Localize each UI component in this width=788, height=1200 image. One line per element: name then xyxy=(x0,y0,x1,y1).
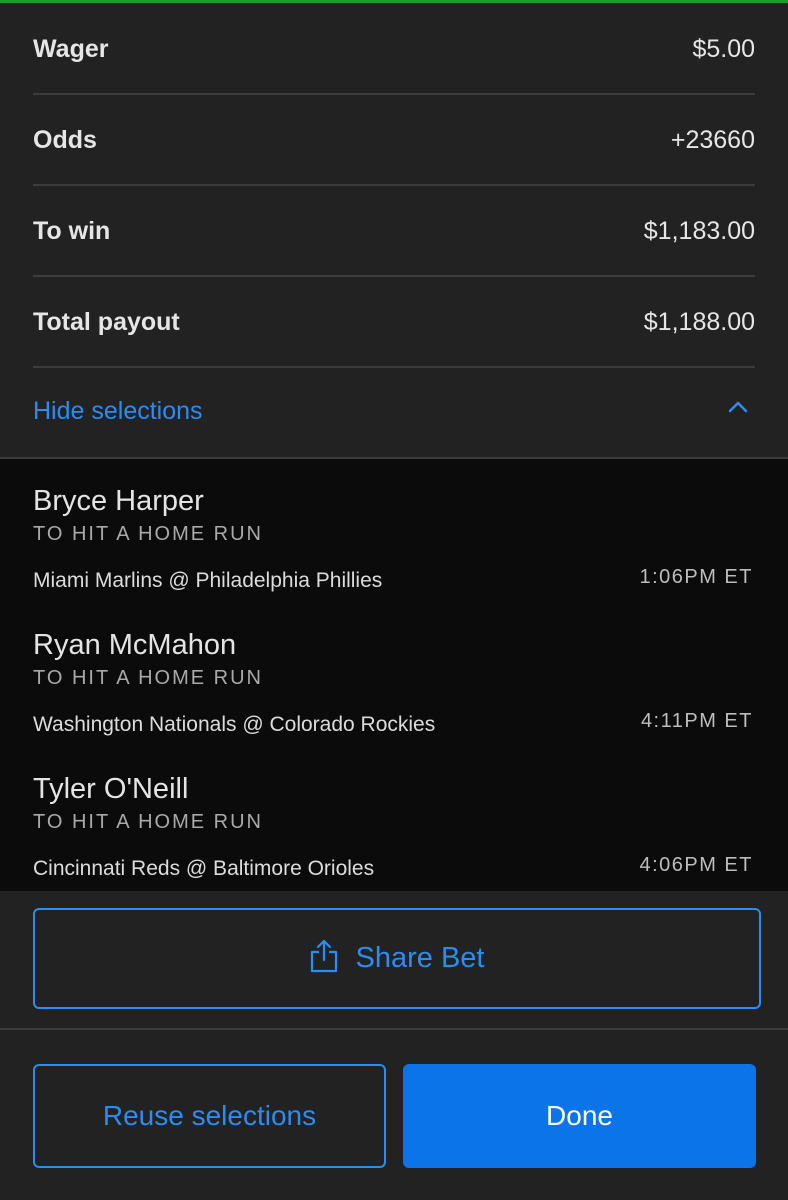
selection-game: Washington Nationals @ Colorado Rockies xyxy=(33,713,436,736)
share-bet-label: Share Bet xyxy=(355,942,485,974)
to-win-label: To win xyxy=(33,217,111,245)
selection-game: Cincinnati Reds @ Baltimore Orioles xyxy=(33,857,375,880)
selection-game: Miami Marlins @ Philadelphia Phillies xyxy=(33,569,383,592)
done-button[interactable]: Done xyxy=(403,1064,756,1168)
divider xyxy=(0,1028,788,1030)
odds-row: Odds +23660 xyxy=(33,94,755,186)
wager-row: Wager $5.00 xyxy=(33,3,755,95)
selection-market: TO HIT A HOME RUN xyxy=(33,811,263,833)
selection-player: Tyler O'Neill xyxy=(33,773,189,805)
selection-time: 4:06PM ET xyxy=(639,854,753,876)
chevron-up-icon[interactable] xyxy=(727,400,749,414)
wager-value: $5.00 xyxy=(692,35,755,63)
selection-time: 4:11PM ET xyxy=(640,710,753,732)
to-win-row: To win $1,183.00 xyxy=(33,185,755,277)
selection-item: Tyler O'Neill TO HIT A HOME RUN Cincinna… xyxy=(33,747,755,887)
odds-label: Odds xyxy=(33,126,97,154)
total-payout-value: $1,188.00 xyxy=(643,308,755,336)
selection-item: Ryan McMahon TO HIT A HOME RUN Washingto… xyxy=(33,603,755,743)
selections-list: Bryce Harper TO HIT A HOME RUN Miami Mar… xyxy=(0,459,788,891)
selection-time: 1:06PM ET xyxy=(639,566,753,588)
selection-item: Bryce Harper TO HIT A HOME RUN Miami Mar… xyxy=(33,459,755,599)
hide-selections-toggle[interactable]: Hide selections xyxy=(0,366,788,459)
wager-label: Wager xyxy=(33,35,109,63)
total-payout-label: Total payout xyxy=(33,308,180,336)
bet-receipt-screen: Wager $5.00 Odds +23660 To win $1,183.00… xyxy=(0,0,788,1200)
selection-market: TO HIT A HOME RUN xyxy=(33,523,263,545)
share-bet-content: Share Bet xyxy=(35,910,759,1007)
to-win-value: $1,183.00 xyxy=(643,217,755,245)
share-icon xyxy=(310,939,337,972)
reuse-selections-button[interactable]: Reuse selections xyxy=(33,1064,386,1168)
selection-market: TO HIT A HOME RUN xyxy=(33,667,263,689)
odds-value: +23660 xyxy=(670,126,755,154)
hide-selections-label: Hide selections xyxy=(33,397,203,425)
selection-player: Bryce Harper xyxy=(33,485,204,517)
selection-player: Ryan McMahon xyxy=(33,629,237,661)
share-bet-button[interactable]: Share Bet xyxy=(33,908,761,1009)
total-payout-row: Total payout $1,188.00 xyxy=(33,276,755,368)
